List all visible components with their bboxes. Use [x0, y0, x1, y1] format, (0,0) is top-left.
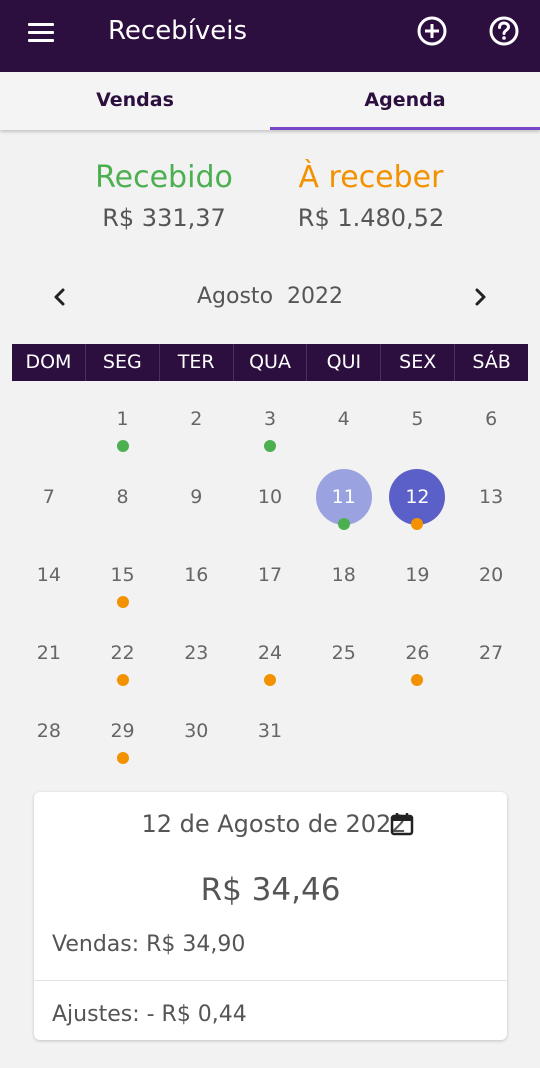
- weekday-label: SEG: [86, 344, 160, 381]
- received-dot: [337, 518, 350, 530]
- calendar-day[interactable]: 31: [242, 703, 298, 759]
- calendar-day[interactable]: 10: [242, 469, 298, 525]
- calendar-day[interactable]: 29: [95, 703, 151, 759]
- calendar-day[interactable]: 5: [389, 391, 445, 447]
- month-navigation: Agosto 2022: [0, 282, 540, 314]
- calendar-day[interactable]: 16: [168, 547, 224, 603]
- pending-label: À receber: [298, 160, 444, 195]
- calendar-day[interactable]: 22: [95, 625, 151, 681]
- tab-agenda[interactable]: Agenda: [270, 72, 540, 130]
- weekday-label: QUI: [307, 344, 382, 381]
- pending-dot: [411, 674, 424, 686]
- calendar-day[interactable]: 13: [463, 469, 519, 525]
- calendar-day[interactable]: 20: [463, 547, 519, 603]
- calendar-day[interactable]: 14: [21, 547, 77, 603]
- calendar-day[interactable]: 2: [168, 391, 224, 447]
- question-circle-icon[interactable]: [488, 15, 520, 47]
- calendar-day[interactable]: 15: [95, 547, 151, 603]
- pending-dot: [116, 596, 129, 608]
- month-label: Agosto 2022: [197, 284, 343, 309]
- tab-vendas[interactable]: Vendas: [0, 72, 270, 130]
- hamburger-menu-icon[interactable]: [26, 20, 58, 46]
- calendar-day[interactable]: 1: [95, 391, 151, 447]
- weekday-label: QUA: [234, 344, 308, 381]
- received-dot: [264, 440, 276, 452]
- calendar-day[interactable]: 28: [21, 703, 77, 759]
- calendar-day[interactable]: 23: [168, 625, 224, 681]
- calendar-day[interactable]: 4: [316, 391, 372, 447]
- page-title: Recebíveis: [108, 16, 248, 46]
- weekday-label: DOM: [12, 344, 86, 381]
- divider: [34, 980, 507, 981]
- weekday-label: TER: [160, 344, 234, 381]
- calendar-day[interactable]: 19: [389, 547, 445, 603]
- pending-dot: [116, 752, 129, 764]
- calendar-day[interactable]: 21: [21, 625, 77, 681]
- calendar-day[interactable]: 8: [95, 469, 151, 525]
- pending-dot: [411, 518, 424, 530]
- calendar-day[interactable]: 27: [463, 625, 519, 681]
- calendar-icon[interactable]: [388, 810, 416, 838]
- calendar-day[interactable]: 12: [389, 469, 446, 525]
- plus-circle-icon[interactable]: [416, 15, 448, 47]
- calendar-day[interactable]: 18: [316, 547, 372, 603]
- calendar-day[interactable]: 24: [242, 625, 298, 681]
- calendar-day[interactable]: 25: [316, 625, 372, 681]
- calendar-day[interactable]: 30: [168, 703, 224, 759]
- sales-line: Vendas: R$ 34,90: [52, 932, 246, 957]
- calendar-day[interactable]: 17: [242, 547, 298, 603]
- day-detail-card: 12 de Agosto de 2022 R$ 34,46 Vendas: R$…: [34, 792, 507, 1040]
- calendar-day[interactable]: 26: [389, 625, 445, 681]
- calendar-day[interactable]: 6: [463, 391, 519, 447]
- calendar-day[interactable]: 3: [242, 391, 298, 447]
- received-value: R$ 331,37: [102, 204, 226, 232]
- received-label: Recebido: [95, 160, 233, 195]
- calendar-day[interactable]: 11: [315, 469, 372, 525]
- tab-bar: Vendas Agenda: [0, 72, 540, 130]
- calendar-day[interactable]: 7: [21, 469, 77, 525]
- app-bar: Recebíveis: [0, 0, 540, 72]
- pending-value: R$ 1.480,52: [297, 204, 445, 232]
- calendar-day[interactable]: 9: [168, 469, 224, 525]
- received-dot: [116, 440, 129, 452]
- pending-dot: [264, 674, 276, 686]
- day-total: R$ 34,46: [200, 872, 341, 908]
- weekday-header: DOM SEG TER QUA QUI SEX SÁB: [12, 344, 528, 381]
- adjustments-line: Ajustes: - R$ 0,44: [52, 1002, 247, 1027]
- weekday-label: SEX: [381, 344, 456, 381]
- pending-dot: [116, 674, 129, 686]
- weekday-label: SÁB: [472, 351, 511, 373]
- chevron-right-icon[interactable]: [469, 286, 491, 308]
